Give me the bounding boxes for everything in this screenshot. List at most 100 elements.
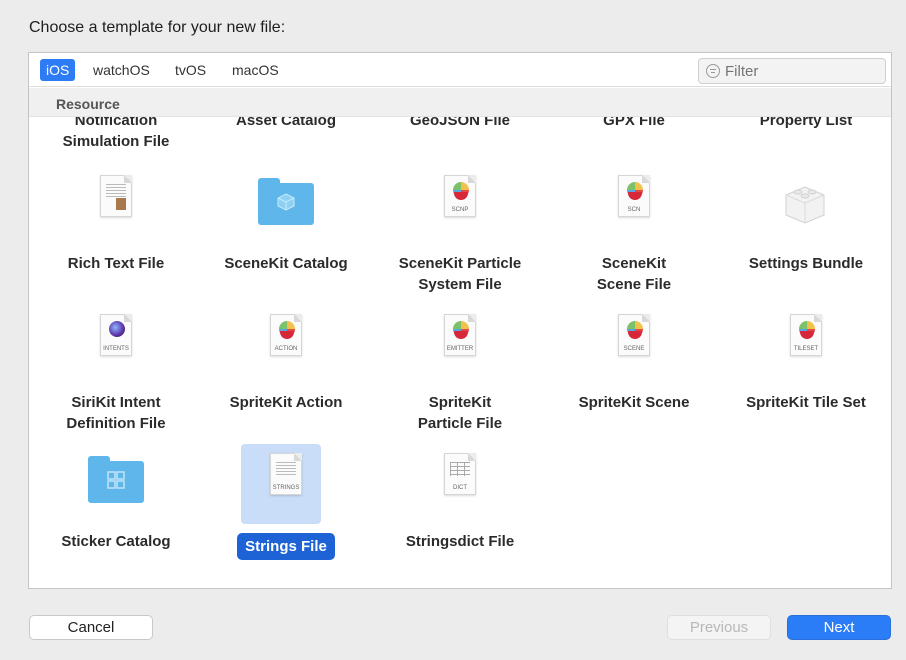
template-cell-intents-file[interactable]: INTENTS SiriKit Intent Definition File — [29, 314, 203, 434]
document-shape: ACTION — [270, 314, 302, 356]
template-cell[interactable]: Notification Simulation File — [29, 117, 203, 160]
template-label: SpriteKit Tile Set — [746, 394, 866, 411]
strings-file-icon: STRINGS — [241, 444, 321, 524]
template-cell[interactable]: GeoJSON File — [373, 117, 547, 160]
file-type-tag: SCN — [627, 207, 641, 213]
document-shape: SCNP — [444, 175, 476, 217]
kit-logo — [453, 182, 469, 200]
template-cell-spritekit-tileset[interactable]: TILESET SpriteKit Tile Set — [719, 314, 891, 434]
template-cell-spritekit-scene[interactable]: SCENE SpriteKit Scene — [547, 314, 721, 434]
scenekit-scene-icon: SCN — [604, 175, 664, 237]
spritekit-action-icon: ACTION — [256, 314, 316, 376]
template-cell-strings-file[interactable]: STRINGS Strings File — [199, 444, 373, 573]
template-cell[interactable]: GPX File — [547, 117, 721, 160]
template-label: GPX File — [603, 117, 665, 129]
template-label: Sticker Catalog — [61, 533, 171, 550]
platform-tab-bar: iOS watchOS tvOS macOS — [29, 53, 891, 87]
kit-logo — [799, 321, 815, 339]
document-shape: TILESET — [790, 314, 822, 356]
section-header-resource: Resource — [29, 88, 891, 117]
filter-icon — [706, 64, 720, 78]
template-label: Asset Catalog — [235, 117, 337, 129]
cube-mark-icon — [277, 193, 295, 211]
previous-button[interactable]: Previous — [667, 615, 771, 640]
grid-mark-icon — [107, 471, 125, 489]
template-cell-spritekit-action[interactable]: ACTION SpriteKit Action — [199, 314, 373, 434]
file-type-tag: ACTION — [274, 346, 298, 352]
stringsdict-file-icon: DICT — [430, 453, 490, 515]
filter-input[interactable] — [725, 61, 875, 81]
next-button[interactable]: Next — [787, 615, 891, 640]
file-type-tag: TILESET — [793, 346, 819, 352]
template-label: SceneKit Catalog — [224, 255, 348, 272]
folder-shape — [88, 456, 144, 503]
document-shape — [100, 175, 132, 217]
picture-thumb — [116, 198, 126, 210]
kit-logo — [279, 321, 295, 339]
document-shape: DICT — [444, 453, 476, 495]
spritekit-tileset-icon: TILESET — [776, 314, 836, 376]
text-lines — [276, 462, 296, 476]
document-shape: STRINGS — [270, 453, 302, 495]
template-label: Rich Text File — [67, 255, 165, 272]
template-cell-stringsdict-file[interactable]: DICT Stringsdict File — [373, 453, 547, 573]
template-label-selected: Strings File — [199, 533, 373, 560]
tab-watchos[interactable]: watchOS — [87, 59, 156, 81]
file-type-tag: SCNP — [451, 207, 469, 213]
template-label: SpriteKit Particle File — [417, 394, 503, 432]
template-cell-scenekit-catalog-folder[interactable]: SceneKit Catalog — [199, 175, 373, 295]
template-cell-settings-bundle[interactable]: Settings Bundle — [719, 175, 891, 295]
document-shape: SCN — [618, 175, 650, 217]
template-label: SpriteKit Scene — [578, 394, 690, 411]
tab-ios[interactable]: iOS — [40, 59, 76, 81]
template-label: SpriteKit Action — [229, 394, 343, 411]
file-type-tag: EMITTER — [446, 346, 474, 352]
template-cell[interactable]: Property List — [719, 117, 891, 160]
template-label: SceneKit Scene File — [596, 255, 672, 293]
scenekit-catalog-folder-icon — [256, 175, 316, 237]
template-grid: Notification Simulation File Asset Catalo… — [29, 117, 891, 581]
tab-macos[interactable]: macOS — [226, 59, 285, 81]
template-cell-rich-text-file[interactable]: Rich Text File — [29, 175, 203, 295]
document-shape: SCENE — [618, 314, 650, 356]
template-cell-scenekit-particle[interactable]: SCNP SceneKit Particle System File — [373, 175, 547, 295]
template-label: SceneKit Particle System File — [398, 255, 522, 293]
sticker-catalog-folder-icon — [86, 453, 146, 515]
file-type-tag: STRINGS — [272, 485, 300, 491]
template-label: Settings Bundle — [748, 255, 864, 272]
template-label: GeoJSON File — [409, 117, 511, 129]
intents-file-icon: INTENTS — [86, 314, 146, 376]
file-type-tag: SCENE — [623, 346, 645, 352]
filter-field[interactable] — [698, 58, 886, 84]
kit-logo — [453, 321, 469, 339]
spritekit-scene-icon: SCENE — [604, 314, 664, 376]
tab-tvos[interactable]: tvOS — [169, 59, 212, 81]
folder-shape — [258, 178, 314, 225]
template-label: SiriKit Intent Definition File — [66, 394, 166, 432]
settings-bundle-icon — [776, 175, 836, 237]
template-cell[interactable]: Asset Catalog — [199, 117, 373, 160]
template-label: Notification Simulation File — [62, 117, 170, 150]
document-shape: EMITTER — [444, 314, 476, 356]
siri-logo — [109, 321, 125, 337]
template-cell-scenekit-scene[interactable]: SCN SceneKit Scene File — [547, 175, 721, 295]
section-title: Resource — [56, 96, 120, 112]
template-cell-sticker-catalog-folder[interactable]: Sticker Catalog — [29, 453, 203, 573]
text-lines — [106, 184, 126, 198]
template-chooser-panel: iOS watchOS tvOS macOS Resource Notifica… — [28, 52, 892, 589]
template-label: Strings File — [237, 533, 335, 560]
bundle-brick-shape — [785, 186, 825, 224]
dialog-heading: Choose a template for your new file: — [29, 19, 286, 36]
template-label: Property List — [759, 117, 853, 129]
cancel-button[interactable]: Cancel — [29, 615, 153, 640]
file-type-tag: DICT — [453, 485, 467, 491]
template-label: Stringsdict File — [405, 533, 515, 550]
document-shape: INTENTS — [100, 314, 132, 356]
kit-logo — [627, 321, 643, 339]
kit-logo — [627, 182, 643, 200]
text-lines — [450, 462, 470, 476]
scenekit-particle-icon: SCNP — [430, 175, 490, 237]
template-cell-spritekit-particle[interactable]: EMITTER SpriteKit Particle File — [373, 314, 547, 434]
file-type-tag: INTENTS — [103, 346, 129, 352]
rich-text-file-icon — [86, 175, 146, 237]
